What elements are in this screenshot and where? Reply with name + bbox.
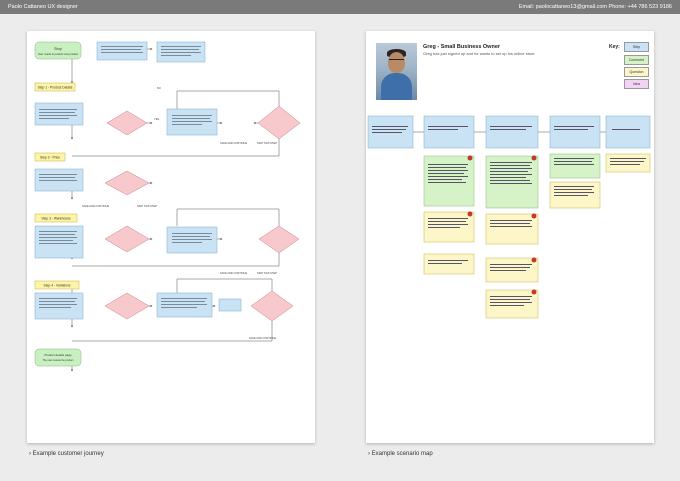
svg-text:Shop: Shop <box>54 47 62 51</box>
journey-intro-step <box>96 41 148 61</box>
svg-text:Step 3 - Warehouse: Step 3 - Warehouse <box>41 217 70 221</box>
step-2-decision <box>104 170 150 196</box>
key-comment: Comment <box>624 55 649 65</box>
customer-journey-sheet: Shop User needs to product new product S… <box>27 31 315 443</box>
step-3-save-decision <box>258 225 300 254</box>
svg-text:YES: YES <box>154 117 159 121</box>
svg-text:Step 4 - Variations: Step 4 - Variations <box>44 284 71 288</box>
step-1-save-decision <box>257 105 301 140</box>
persona-photo <box>376 43 417 100</box>
persona-title: Greg - Small Business Owner <box>423 44 501 50</box>
step-1-decision <box>106 110 148 136</box>
svg-text:The user reviews the product: The user reviews the product <box>43 359 74 362</box>
svg-text:Step 2 - Price: Step 2 - Price <box>40 156 60 160</box>
designer-name: Paolo Cattaneo UX designer <box>8 4 78 10</box>
contact-info: Email: paolocattaneo13@gmail.com Phone: … <box>518 4 672 10</box>
scenario-caption: › Example scenario map <box>368 451 433 457</box>
scenario-caption-text: Example scenario map <box>371 451 433 457</box>
top-bar: Paolo Cattaneo UX designer Email: paoloc… <box>0 0 680 14</box>
svg-text:Step 1 - Product Details: Step 1 - Product Details <box>38 86 73 90</box>
key-question: Question <box>624 67 649 77</box>
step-3-box <box>34 225 84 259</box>
step-4-box <box>34 292 84 320</box>
step-3-decision <box>104 225 150 253</box>
svg-text:SAVE AND CONTINUE: SAVE AND CONTINUE <box>249 336 276 340</box>
svg-text:Product details page: Product details page <box>44 353 72 357</box>
persona-subtitle: Greg has just signed up and he wants to … <box>423 51 535 56</box>
svg-text:NO: NO <box>157 86 161 90</box>
svg-text:SKIP THIS STEP: SKIP THIS STEP <box>257 141 277 145</box>
svg-text:SAVE AND CONTINUE: SAVE AND CONTINUE <box>82 204 109 208</box>
step-1-box <box>34 102 84 126</box>
journey-caption-text: Example customer journey <box>32 451 104 457</box>
key-step: Step <box>624 42 649 52</box>
step-4-decision <box>104 292 150 320</box>
svg-text:SKIP THIS STEP: SKIP THIS STEP <box>137 204 157 208</box>
key-label: Key: <box>609 44 620 50</box>
svg-text:SAVE AND CONTINUE: SAVE AND CONTINUE <box>220 141 247 145</box>
scenario-steps <box>367 115 651 149</box>
svg-text:SKIP THIS STEP: SKIP THIS STEP <box>257 271 277 275</box>
journey-caption: › Example customer journey <box>29 451 104 457</box>
key-idea: Idea <box>624 79 649 89</box>
step-4-variation-box <box>218 298 242 312</box>
svg-text:SAVE AND CONTINUE: SAVE AND CONTINUE <box>220 271 247 275</box>
journey-flowchart: Shop User needs to product new product S… <box>34 41 301 372</box>
journey-end-node <box>34 348 82 367</box>
step-4-save-decision <box>250 290 294 322</box>
svg-text:User needs to product new prod: User needs to product new product <box>38 52 79 56</box>
scenario-map <box>367 115 651 319</box>
